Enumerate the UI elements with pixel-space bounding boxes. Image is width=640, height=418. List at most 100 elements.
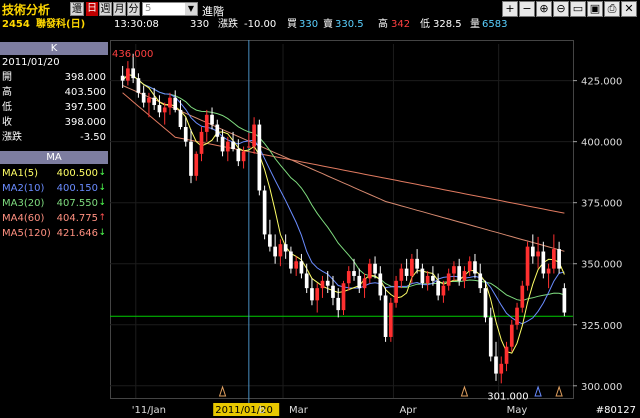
k-row-label: 開 (2, 72, 12, 83)
ma-row-label: MA1(5) (2, 168, 38, 179)
ma-row-value: 421.646 (56, 228, 98, 239)
k-row-high: 高 403.500 (2, 86, 106, 99)
candle-body (457, 266, 462, 281)
stock-code: 2454 (2, 19, 30, 30)
candle-body (373, 263, 377, 274)
indicator-panel: K 2011/01/20 開 398.000 高 403.500 低 397.5… (0, 40, 108, 418)
zoom-out-icon[interactable]: ⊖ (553, 1, 569, 17)
candle-body (157, 105, 162, 113)
k-row-open: 開 398.000 (2, 71, 106, 84)
candle-body (504, 346, 509, 364)
candle-body (546, 268, 551, 274)
min-price-annotation: 301.000 (487, 391, 528, 402)
candle-body (236, 148, 241, 162)
candle-body (488, 317, 493, 357)
day-period-button[interactable]: 日 (86, 2, 98, 16)
candle-body (299, 261, 304, 274)
candle-body (294, 261, 299, 269)
ma-row-label: MA5(120) (2, 228, 51, 239)
period-select[interactable]: 5 ▼ (142, 2, 198, 16)
month-period-button[interactable]: 月 (113, 2, 126, 16)
candle-body (336, 297, 341, 311)
ma-row-label: MA3(20) (2, 198, 45, 209)
candle-body (178, 109, 183, 128)
candle-body (152, 97, 157, 106)
candle-body (120, 75, 125, 81)
x-tick-label: b (259, 405, 265, 416)
candle-body (310, 288, 314, 301)
candle-body (162, 107, 167, 113)
minus-icon[interactable]: − (519, 1, 535, 17)
candle-body (320, 280, 325, 289)
candle-body (183, 127, 188, 142)
candle-body (509, 324, 514, 347)
ma-row: MA1(5) 400.500 ↓ (2, 167, 106, 180)
candle-body (215, 124, 220, 137)
save-icon[interactable]: ▣ (587, 1, 603, 17)
low-value: 328.5 (433, 19, 462, 30)
candle-body (394, 280, 398, 303)
candle-body (367, 263, 372, 279)
week-period-button[interactable]: 週 (99, 2, 112, 16)
high-value: 342 (391, 19, 411, 30)
candle-body (241, 151, 246, 162)
volume-value: 6583 (482, 19, 508, 30)
low-label: 低 (420, 19, 430, 30)
candle-body (168, 97, 172, 108)
y-tick-label: 300.000 (581, 382, 622, 393)
arrow-down-icon: ↓ (98, 198, 106, 208)
candle-body (199, 131, 204, 154)
candle-body (252, 124, 256, 147)
k-row-label: 漲跌 (2, 132, 22, 143)
candle-body (446, 273, 451, 286)
plus-icon[interactable]: + (502, 1, 518, 17)
advanced-button[interactable]: 進階 (202, 3, 224, 19)
candle-body (304, 273, 309, 289)
candle-body (515, 307, 519, 325)
candle-body (552, 249, 556, 269)
zoom-in-icon[interactable]: ⊕ (536, 1, 552, 17)
candle-body (352, 271, 356, 276)
candle-body (388, 302, 393, 337)
candle-body (499, 363, 504, 374)
candle-body (273, 246, 277, 257)
candle-body (557, 249, 561, 269)
candle-body (473, 261, 477, 274)
window-icon[interactable]: ▭ (570, 1, 586, 17)
candle-body (289, 251, 293, 269)
k-panel-header: K (0, 42, 108, 55)
candle-body (268, 234, 272, 247)
candle-body (315, 288, 320, 301)
ma-row: MA5(120) 421.646 ↓ (2, 227, 106, 240)
candle-body (399, 268, 404, 281)
candle-body (257, 124, 262, 191)
period-select-value: 5 (145, 3, 152, 14)
candle-body (441, 285, 446, 296)
candle-body (541, 251, 546, 274)
candlestick-chart[interactable]: 425.000 400.000 375.000 350.000 325.000 300.0… (110, 40, 640, 418)
candle-body (425, 275, 430, 284)
bid-value: 330 (299, 19, 319, 30)
close-icon[interactable]: ✕ (621, 1, 637, 17)
candle-body (562, 288, 567, 313)
restore-button[interactable]: 還 (70, 2, 84, 16)
k-row-value: 398.000 (64, 72, 106, 83)
ma-row: MA3(20) 407.550 ↓ (2, 197, 106, 210)
y-tick-label: 425.000 (581, 77, 622, 88)
candle-body (536, 251, 540, 257)
last-price: 330 (190, 19, 210, 30)
print-icon[interactable]: ⎙ (604, 1, 620, 17)
candle-body (247, 146, 251, 148)
k-row-change: 漲跌 -3.50 (2, 131, 106, 144)
candle-body (478, 273, 483, 289)
minute-period-button[interactable]: 分 (127, 2, 140, 16)
x-tick-label: '11/Jan (132, 405, 166, 416)
chevron-down-icon[interactable]: ▼ (185, 3, 197, 15)
candle-body (525, 246, 530, 286)
candle-body (283, 244, 288, 252)
arrow-down-icon: ↓ (98, 183, 106, 193)
arrow-up-icon: ↑ (98, 213, 106, 223)
x-tick-label: May (507, 405, 528, 416)
candle-body (278, 244, 283, 257)
candle-body (420, 268, 425, 284)
